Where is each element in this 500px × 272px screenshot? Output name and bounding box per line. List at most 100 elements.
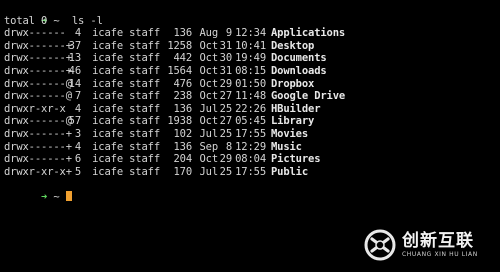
file-owner: icafe	[92, 115, 123, 128]
file-size: 102	[173, 127, 192, 140]
file-row: drwx------+ 37 icafe staff 1258 Oct 31 10:41 Des…	[4, 40, 500, 53]
file-owner: icafe	[92, 52, 123, 65]
file-name: Downloads	[271, 64, 327, 77]
file-size: 1938	[167, 115, 192, 128]
file-perm: drwxr-xr-x	[4, 102, 66, 115]
file-links: 57	[68, 115, 81, 128]
file-perm: drwxr-xr-x+	[4, 165, 72, 178]
current-prompt-line[interactable]: ➜ ~	[4, 178, 500, 203]
file-links: 6	[74, 153, 81, 166]
file-size: 476	[173, 77, 192, 90]
file-perm: drwx------+	[4, 52, 72, 65]
file-size: 170	[173, 165, 192, 178]
file-name: Documents	[271, 52, 327, 65]
file-row: drwx------+ 4 icafe staff 136 Sep 8 12:29 Music	[4, 141, 500, 154]
file-group: staff	[129, 64, 160, 77]
file-time: 17:55	[235, 127, 266, 140]
file-day: 30	[219, 52, 232, 65]
file-group: staff	[129, 39, 160, 52]
file-name: Pictures	[271, 153, 321, 166]
file-links: 3	[74, 127, 81, 140]
file-day: 27	[219, 90, 232, 103]
brand-logo-icon	[364, 229, 396, 261]
file-month: Jul	[199, 127, 218, 140]
file-links: 7	[74, 90, 81, 103]
file-name: Google Drive	[271, 90, 346, 103]
file-links: 4	[74, 27, 81, 40]
watermark-logo: 创新互联 CHUANG XIN HU LIAN	[363, 222, 498, 268]
file-perm: drwx------+	[4, 153, 72, 166]
prompt-directory: ~	[53, 190, 60, 203]
file-size: 204	[173, 153, 192, 166]
file-size: 238	[173, 90, 192, 103]
file-group: staff	[129, 115, 160, 128]
file-perm: drwx------@	[4, 77, 72, 90]
text-cursor[interactable]	[65, 190, 72, 201]
file-owner: icafe	[92, 153, 123, 166]
file-perm: drwx------+	[4, 39, 72, 52]
file-owner: icafe	[92, 90, 123, 103]
command-text: ls -l	[71, 14, 103, 27]
file-time: 05:45	[235, 115, 266, 128]
file-day: 25	[219, 102, 232, 115]
file-day: 29	[219, 77, 232, 90]
file-row: drwxr-xr-x 4 icafe staff 136 Jul 25 22:26 HBuild…	[4, 103, 500, 116]
file-month: Oct	[199, 52, 218, 65]
file-size: 442	[173, 52, 192, 65]
file-month: Jul	[199, 102, 218, 115]
file-month: Jul	[199, 165, 218, 178]
file-owner: icafe	[92, 102, 123, 115]
file-row: drwx------@ 57 icafe staff 1938 Oct 27 05:45 Lib…	[4, 115, 500, 128]
file-links: 5	[74, 165, 81, 178]
file-perm: drwx------	[4, 27, 66, 40]
file-links: 46	[68, 64, 81, 77]
file-time: 12:29	[235, 140, 266, 153]
file-time: 17:55	[235, 165, 266, 178]
file-name: Desktop	[271, 39, 315, 52]
file-month: Oct	[199, 153, 218, 166]
file-group: staff	[129, 153, 160, 166]
file-month: Sep	[199, 140, 218, 153]
file-day: 31	[219, 39, 232, 52]
file-size: 136	[173, 140, 192, 153]
file-owner: icafe	[92, 127, 123, 140]
file-row: drwx------+ 13 icafe staff 442 Oct 30 19:49 Docu…	[4, 52, 500, 65]
file-group: staff	[129, 127, 160, 140]
file-group: staff	[129, 90, 160, 103]
file-time: 08:04	[235, 153, 266, 166]
file-row: drwx------@ 14 icafe staff 476 Oct 29 01:50 Drop…	[4, 78, 500, 91]
file-links: 37	[68, 39, 81, 52]
terminal-output: ➜ ~ ls -l total 0 drwx------ 4 icafe staff 1…	[4, 2, 500, 203]
file-links: 4	[74, 140, 81, 153]
file-links: 14	[68, 77, 81, 90]
file-name: Music	[271, 140, 302, 153]
terminal-window[interactable]: ➜ ~ ls -l total 0 drwx------ 4 icafe staff 1…	[0, 0, 500, 272]
file-time: 08:15	[235, 64, 266, 77]
file-time: 10:41	[235, 39, 266, 52]
file-month: Aug	[199, 27, 218, 40]
file-group: staff	[129, 140, 160, 153]
file-group: staff	[129, 77, 160, 90]
file-size: 136	[173, 27, 192, 40]
file-size: 1258	[167, 39, 192, 52]
file-perm: drwx------+	[4, 127, 72, 140]
file-name: Applications	[271, 27, 346, 40]
file-day: 29	[219, 153, 232, 166]
file-name: Library	[271, 115, 315, 128]
file-size: 1564	[167, 64, 192, 77]
file-day: 31	[219, 64, 232, 77]
file-perm: drwx------+	[4, 140, 72, 153]
watermark-text: 创新互联 CHUANG XIN HU LIAN	[402, 231, 478, 259]
watermark-chinese: 创新互联	[402, 231, 474, 251]
command-line: ➜ ~ ls -l	[4, 2, 500, 27]
file-month: Oct	[199, 90, 218, 103]
file-day: 25	[219, 127, 232, 140]
file-row: drwx------+ 6 icafe staff 204 Oct 29 08:04 Pictu…	[4, 153, 500, 166]
file-name: Movies	[271, 127, 309, 140]
file-time: 12:34	[235, 27, 266, 40]
file-owner: icafe	[92, 27, 123, 40]
file-group: staff	[129, 27, 160, 40]
file-month: Oct	[199, 77, 218, 90]
watermark-english: CHUANG XIN HU LIAN	[402, 251, 478, 258]
file-month: Oct	[199, 64, 218, 77]
